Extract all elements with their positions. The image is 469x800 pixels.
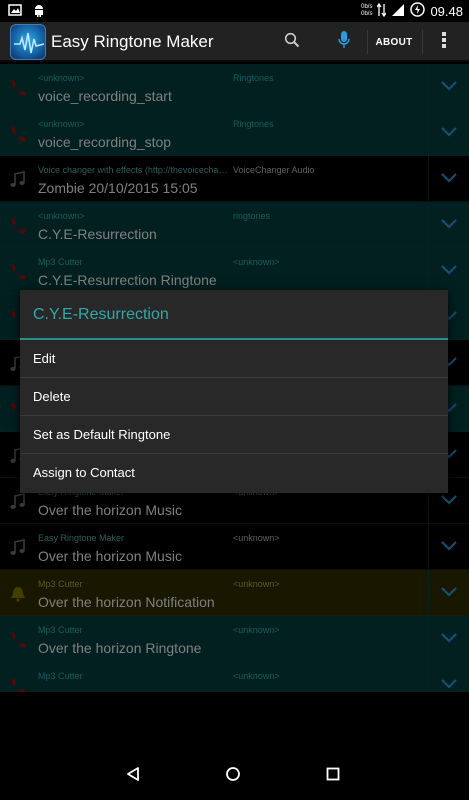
status-bar: 0b/s 0b/s 09.48	[0, 0, 469, 22]
back-triangle-icon	[125, 766, 141, 787]
clock: 09.48	[430, 3, 463, 19]
action-bar: Easy Ringtone Maker ABOUT	[0, 22, 469, 62]
home-button[interactable]	[223, 766, 243, 786]
app-title: Easy Ringtone Maker	[51, 32, 214, 51]
android-notification-icon	[32, 3, 46, 22]
overflow-menu-button[interactable]	[430, 22, 458, 62]
divider	[367, 30, 368, 54]
recents-button[interactable]	[323, 766, 343, 786]
recents-square-icon	[325, 766, 341, 787]
about-button[interactable]: ABOUT	[372, 22, 416, 62]
context-menu-dialog: C.Y.E-Resurrection Edit Delete Set as De…	[20, 290, 448, 493]
microphone-icon	[338, 30, 350, 55]
home-circle-icon	[225, 766, 241, 787]
menu-item-edit[interactable]: Edit	[20, 340, 448, 378]
signal-icon	[391, 3, 405, 20]
app-logo-icon	[10, 24, 46, 60]
data-arrows-icon	[376, 2, 387, 20]
dialog-title: C.Y.E-Resurrection	[20, 290, 448, 340]
divider	[422, 30, 423, 54]
search-button[interactable]	[278, 22, 306, 62]
menu-item-set-default-ringtone[interactable]: Set as Default Ringtone	[20, 416, 448, 454]
navigation-bar	[0, 752, 469, 800]
photo-notification-icon	[8, 3, 22, 22]
search-icon	[284, 32, 300, 53]
more-vert-icon	[442, 31, 446, 54]
voice-search-button[interactable]	[330, 22, 358, 62]
back-button[interactable]	[123, 766, 143, 786]
menu-item-assign-to-contact[interactable]: Assign to Contact	[20, 454, 448, 492]
network-speed: 0b/s 0b/s	[361, 4, 373, 17]
menu-item-delete[interactable]: Delete	[20, 378, 448, 416]
battery-charging-icon	[410, 2, 426, 20]
